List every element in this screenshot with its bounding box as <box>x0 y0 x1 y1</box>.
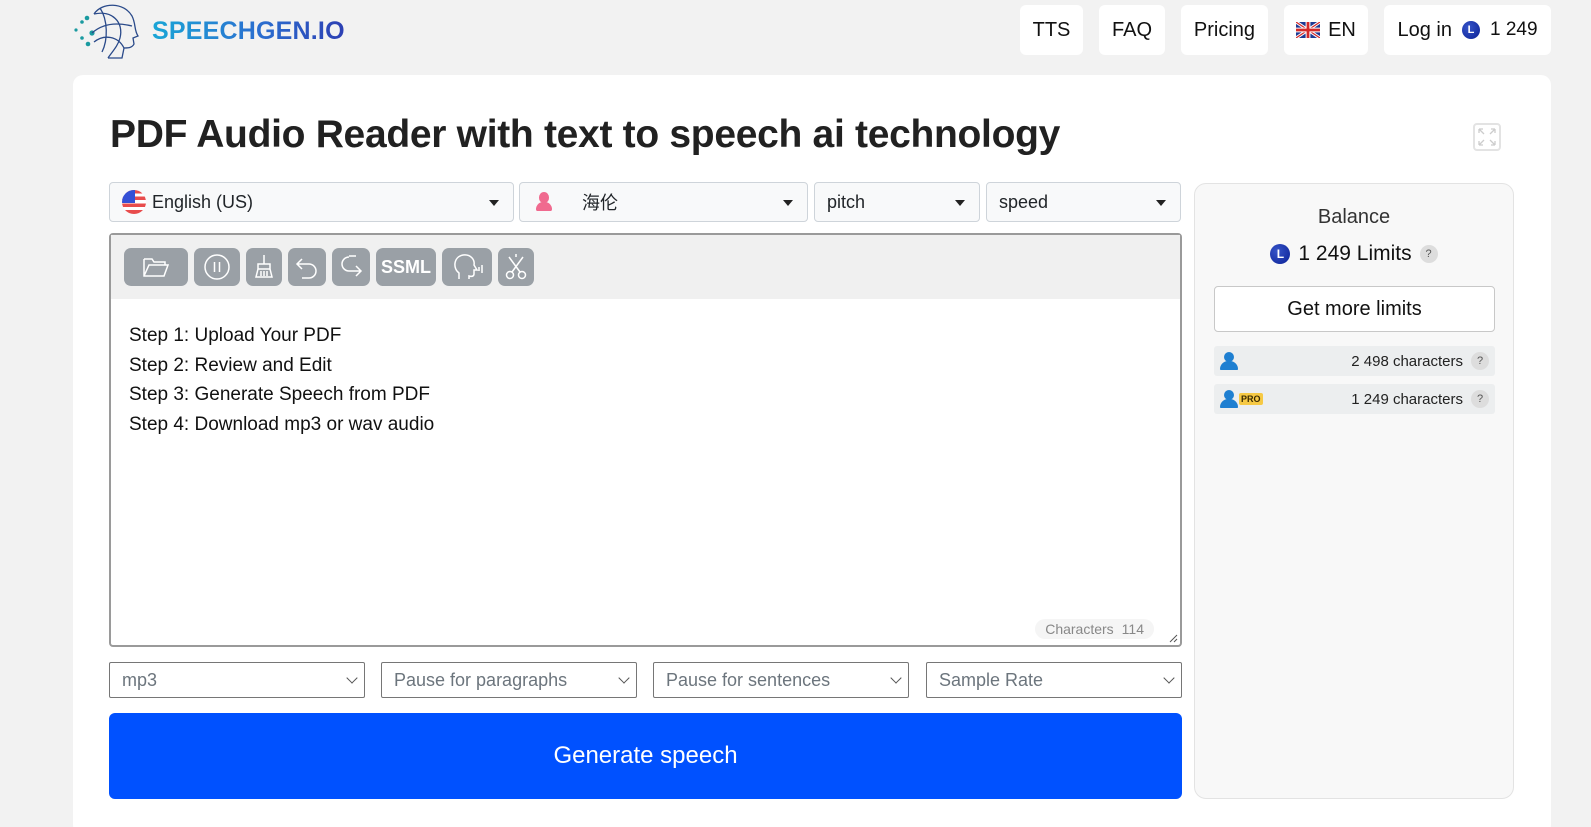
redo-button[interactable] <box>332 248 370 286</box>
chevron-down-icon <box>346 672 358 684</box>
balance-panel: Balance L 1 249 Limits ? Get more limits… <box>1194 183 1514 799</box>
editor-line: Step 1: Upload Your PDF <box>129 325 342 346</box>
pitch-select[interactable]: pitch <box>814 182 980 222</box>
ssml-label: SSML <box>381 256 432 277</box>
language-switcher[interactable]: EN <box>1284 5 1368 55</box>
generate-speech-label: Generate speech <box>553 742 738 769</box>
sample-rate-value: Sample Rate <box>939 669 1044 690</box>
voice-value: 海伦 <box>582 193 618 213</box>
tier-row: PRO 1 249 characters ? <box>1214 384 1495 414</box>
female-voice-icon <box>536 192 552 212</box>
pause-sentences-select[interactable]: Pause for sentences <box>653 662 909 698</box>
speaking-head-icon <box>454 254 483 279</box>
format-value: mp3 <box>122 669 158 690</box>
caret-down-icon <box>1156 200 1166 206</box>
cut-button[interactable] <box>498 248 534 286</box>
user-icon <box>1220 390 1238 408</box>
clear-button[interactable] <box>246 248 282 286</box>
login-button[interactable]: Log in L 1 249 <box>1384 5 1551 55</box>
nav-pricing[interactable]: Pricing <box>1181 5 1268 55</box>
balance-amount-row: L 1 249 Limits ? <box>1195 242 1513 266</box>
nav-faq-label: FAQ <box>1111 18 1152 41</box>
nav-pricing-label: Pricing <box>1193 18 1256 41</box>
logo-text: SPEECHGEN.IO <box>152 16 345 45</box>
limits-coin-icon: L <box>1461 21 1480 39</box>
redo-icon <box>341 255 363 277</box>
chevron-down-icon <box>890 672 902 684</box>
pause-paragraphs-value: Pause for paragraphs <box>394 669 568 690</box>
pro-badge: PRO <box>1239 393 1263 405</box>
chevron-down-icon <box>618 672 630 684</box>
editor-line: Step 2: Review and Edit <box>129 354 332 376</box>
tier-characters: 2 498 characters <box>1351 352 1463 370</box>
fullscreen-icon[interactable] <box>1473 123 1501 151</box>
top-nav: TTS FAQ Pricing EN Log in L 1 249 <box>1020 5 1551 55</box>
pause-sentences-value: Pause for sentences <box>666 669 831 690</box>
voice-preview-button[interactable] <box>442 248 492 286</box>
main-card: PDF Audio Reader with text to speech ai … <box>73 75 1551 827</box>
us-flag-icon <box>122 190 146 214</box>
editor-line: Step 3: Generate Speech from PDF <box>129 384 430 405</box>
pitch-value: pitch <box>827 191 866 212</box>
ssml-button[interactable]: SSML <box>376 248 436 286</box>
head-logo-icon <box>74 4 139 59</box>
caret-down-icon <box>955 200 965 206</box>
help-icon[interactable]: ? <box>1419 245 1438 263</box>
help-icon[interactable]: ? <box>1471 390 1489 408</box>
language-select[interactable]: English (US) <box>109 182 514 222</box>
nav-faq[interactable]: FAQ <box>1099 5 1165 55</box>
speed-select[interactable]: speed <box>986 182 1181 222</box>
header-balance: 1 249 <box>1489 19 1538 40</box>
login-label: Log in <box>1397 18 1452 41</box>
char-count-value: 114 <box>1121 621 1144 637</box>
resize-handle-icon[interactable] <box>1168 633 1178 643</box>
folder-icon <box>143 258 170 277</box>
chevron-down-icon <box>1163 672 1175 684</box>
get-more-limits-label: Get more limits <box>1287 297 1422 320</box>
language-label: EN <box>1328 18 1356 41</box>
nav-tts-label: TTS <box>1032 18 1071 41</box>
editor-line: Step 4: Download mp3 or wav audio <box>129 413 435 435</box>
uk-flag-icon <box>1296 22 1321 38</box>
tier-row: 2 498 characters ? <box>1214 346 1495 376</box>
nav-tts[interactable]: TTS <box>1020 5 1083 55</box>
help-icon[interactable]: ? <box>1471 352 1489 370</box>
format-select[interactable]: mp3 <box>109 662 365 698</box>
logo[interactable]: SPEECHGEN.IO <box>72 0 345 62</box>
user-icon <box>1220 352 1238 370</box>
language-value: English (US) <box>152 191 254 212</box>
page-title: PDF Audio Reader with text to speech ai … <box>110 113 1061 156</box>
undo-icon <box>295 258 317 279</box>
character-counter: Characters 114 <box>1035 619 1154 639</box>
limits-coin-icon: L <box>1270 244 1291 264</box>
sample-rate-select[interactable]: Sample Rate <box>926 662 1182 698</box>
caret-down-icon <box>783 200 793 206</box>
speed-value: speed <box>999 191 1049 212</box>
undo-button[interactable] <box>288 248 326 286</box>
voice-select[interactable]: 海伦 <box>519 182 808 222</box>
editor-toolbar: SSML <box>111 235 1180 299</box>
pause-paragraphs-select[interactable]: Pause for paragraphs <box>381 662 637 698</box>
text-editor[interactable]: SSML Step 1: Upload Your PDF Step 2: Rev… <box>109 233 1182 647</box>
balance-title: Balance <box>1317 206 1391 228</box>
open-file-button[interactable] <box>124 248 188 286</box>
broom-icon <box>255 255 273 278</box>
char-count-label: Characters <box>1045 621 1114 637</box>
scissors-icon <box>505 254 527 280</box>
pause-icon <box>204 254 230 280</box>
editor-content[interactable]: Step 1: Upload Your PDF Step 2: Review a… <box>111 299 1180 461</box>
caret-down-icon <box>489 200 499 206</box>
balance-amount: 1 249 Limits <box>1298 242 1412 265</box>
generate-speech-button[interactable]: Generate speech <box>109 713 1182 799</box>
pause-button[interactable] <box>194 248 240 286</box>
get-more-limits-button[interactable]: Get more limits <box>1214 286 1495 332</box>
tier-characters: 1 249 characters <box>1351 390 1463 408</box>
